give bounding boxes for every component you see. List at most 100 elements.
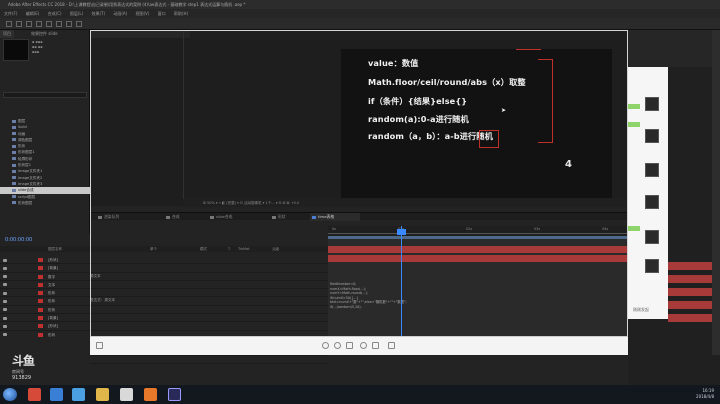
col-t: T (228, 247, 231, 251)
menu-edit[interactable]: 编辑(E) (26, 11, 40, 16)
visibility-eye-icon[interactable] (3, 316, 7, 320)
menu-view[interactable]: 视图(V) (135, 11, 149, 16)
window-title: Adobe After Effects CC 2018 - D:\上课教程\自己… (0, 0, 720, 9)
zoom-tool-icon[interactable] (36, 21, 42, 27)
zoom-out-icon[interactable] (334, 342, 341, 349)
app-icon[interactable] (144, 388, 157, 401)
edit-icon[interactable] (372, 342, 379, 349)
tab-shape[interactable]: 形状 (270, 213, 286, 221)
project-item[interactable]: 形状图层 (0, 200, 90, 206)
label-color-swatch[interactable] (38, 299, 43, 304)
windows-taskbar: 16:19 2018/4/8 (0, 385, 720, 404)
timeline-layer-row[interactable]: [形状] (0, 322, 328, 331)
timeline-layer-row[interactable]: 形状 (0, 306, 328, 315)
avatar[interactable] (645, 163, 659, 177)
menu-animation[interactable]: 动画(A) (113, 11, 127, 16)
tab-time-table[interactable]: time表格 (310, 213, 360, 221)
work-area-bar[interactable] (328, 236, 628, 239)
label-color-swatch[interactable] (38, 266, 43, 271)
zoom-in-icon[interactable] (322, 342, 329, 349)
timeline-layer-row[interactable]: [背景] (0, 314, 328, 323)
selection-tool-icon[interactable] (16, 21, 22, 27)
pen-tool-icon[interactable] (66, 21, 72, 27)
col-parent: 父级 (272, 247, 279, 251)
after-effects-icon[interactable] (168, 388, 181, 401)
avatar[interactable] (645, 97, 659, 111)
home-tool-icon[interactable] (6, 21, 12, 27)
layer-bar[interactable] (328, 246, 628, 253)
timeline-layer-row[interactable]: [形状] (0, 256, 328, 265)
tab-render-queue[interactable]: 渲染队列 (96, 213, 119, 221)
folder-icon[interactable] (96, 388, 109, 401)
menu-layer[interactable]: 图层(L) (70, 11, 83, 16)
visibility-eye-icon[interactable] (3, 283, 7, 287)
layer-name: 形状 (48, 291, 56, 296)
label-color-swatch[interactable] (38, 324, 43, 329)
menu-window[interactable]: 窗口 (158, 11, 166, 16)
timeline-layer-row[interactable]: 形状 (0, 289, 328, 298)
expression-label: 表达式：源文本 (90, 298, 116, 302)
menu-help[interactable]: 帮助(H) (174, 11, 188, 16)
layer-bar[interactable] (328, 255, 628, 262)
timeline-layer-row[interactable]: 形状 (0, 297, 328, 306)
camera-tool-icon[interactable] (56, 21, 62, 27)
system-tray-clock[interactable]: 16:19 2018/4/8 (696, 388, 714, 400)
app-icon[interactable] (120, 388, 133, 401)
time-ruler[interactable]: 0s 01s 02s 03s 04s (328, 226, 628, 236)
timeline-tabs: 渲染队列 合成 slide合成 形状 time表格 (90, 212, 628, 221)
project-search-input[interactable] (3, 92, 87, 98)
tab-comp[interactable]: 合成 (164, 213, 180, 221)
download-icon[interactable] (388, 342, 395, 349)
col-trkmat: TrkMat (238, 247, 250, 251)
avatar[interactable] (645, 195, 659, 209)
playhead[interactable] (401, 226, 402, 337)
timeline-layer-row[interactable]: 数字 (0, 273, 328, 281)
menu-effect[interactable]: 效果(T) (91, 11, 105, 16)
tab-project[interactable]: 项目 (0, 30, 14, 38)
viewer-guide (183, 30, 184, 200)
expression-text[interactable]: fieldNumber=0; numX=Math.floor(...); num… (330, 282, 407, 310)
hand-tool-icon[interactable] (26, 21, 32, 27)
label-color-swatch[interactable] (38, 316, 43, 321)
visibility-eye-icon[interactable] (3, 299, 7, 303)
tab-effect-controls[interactable]: 效果控件 slide (28, 30, 61, 38)
browser-icon[interactable] (50, 388, 63, 401)
visibility-eye-icon[interactable] (3, 308, 7, 312)
current-time[interactable]: 0:00:00:00 (5, 237, 32, 243)
fit-icon[interactable] (346, 342, 353, 349)
tab-slide-comp[interactable]: slide合成 (208, 213, 232, 221)
viewer-controls[interactable]: ⊞ 50% ▾ ⌗ ◧ (完整) ▾ ⊡ 活动摄像机 ▾ 1个... ▾ ⊟ ⊞… (183, 199, 628, 207)
file-type-icon (12, 163, 16, 167)
visibility-eye-icon[interactable] (3, 324, 7, 328)
avatar[interactable] (645, 129, 659, 143)
label-color-swatch[interactable] (38, 258, 43, 262)
visibility-eye-icon[interactable] (3, 266, 7, 270)
timeline-layer-row[interactable]: 文本 (0, 281, 328, 290)
app-icon[interactable] (72, 388, 85, 401)
selection-box[interactable] (479, 130, 499, 148)
thumbnail-info: ▪ ▪▪▪ ▪▪ ▪▪ ▪▪▪ (32, 40, 43, 54)
visibility-eye-icon[interactable] (3, 258, 7, 262)
rotate-icon[interactable] (360, 342, 367, 349)
playhead-handle[interactable] (397, 229, 406, 235)
slide-line-4: random(a):0-a进行随机 (368, 114, 469, 124)
rotate-tool-icon[interactable] (46, 21, 52, 27)
timeline-layer-row[interactable]: [背景] (0, 264, 328, 273)
label-color-swatch[interactable] (38, 307, 43, 312)
label-color-swatch[interactable] (38, 291, 43, 296)
visibility-eye-icon[interactable] (3, 275, 7, 279)
visibility-eye-icon[interactable] (3, 291, 7, 295)
visibility-eye-icon[interactable] (3, 333, 7, 337)
app-icon[interactable] (28, 388, 41, 401)
menu-file[interactable]: 文件(F) (4, 11, 17, 16)
avatar[interactable] (645, 230, 659, 244)
thumbnail-icon[interactable] (96, 342, 103, 349)
scrollbar[interactable] (712, 30, 720, 355)
avatar[interactable] (645, 259, 659, 273)
start-button-icon[interactable] (3, 388, 17, 401)
layer-name: [背景] (48, 316, 58, 321)
label-color-swatch[interactable] (38, 282, 43, 287)
text-tool-icon[interactable] (76, 21, 82, 27)
label-color-swatch[interactable] (38, 274, 43, 279)
menu-composition[interactable]: 合成(C) (48, 11, 62, 16)
